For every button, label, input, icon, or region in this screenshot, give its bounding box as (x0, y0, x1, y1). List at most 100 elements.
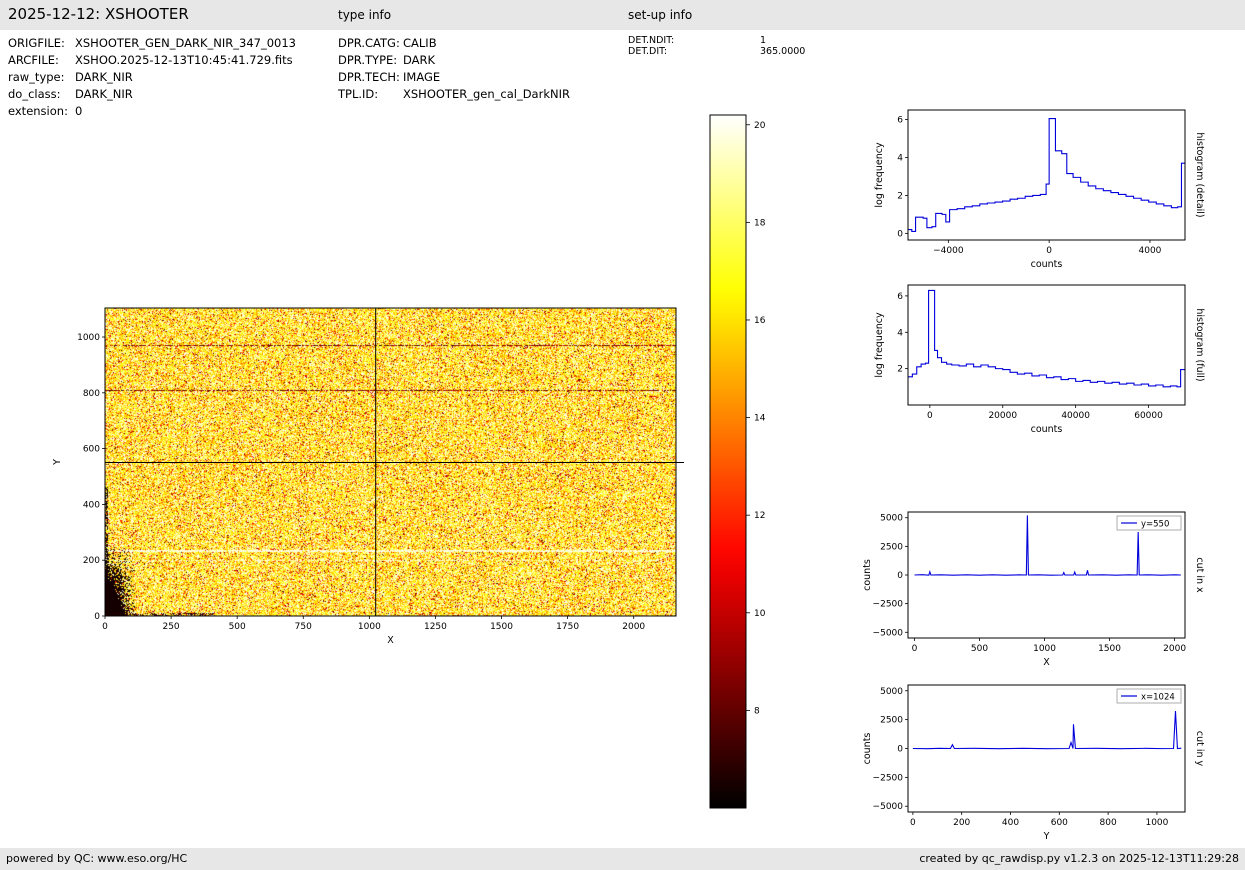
rawtype-value: DARK_NIR (75, 70, 133, 84)
origfile-value: XSHOOTER_GEN_DARK_NIR_347_0013 (75, 36, 296, 50)
svg-text:histogram (full): histogram (full) (1194, 308, 1205, 381)
info-row: DET.NDIT: 1 (628, 35, 805, 46)
svg-text:200: 200 (953, 818, 970, 828)
svg-text:0: 0 (897, 229, 903, 239)
svg-text:16: 16 (754, 316, 766, 326)
info-row: extension: 0 (8, 103, 296, 120)
tpl-id-value: XSHOOTER_gen_cal_DarkNIR (403, 87, 570, 101)
svg-text:x=1024: x=1024 (1141, 693, 1175, 703)
info-row: TPL.ID: XSHOOTER_gen_cal_DarkNIR (338, 86, 570, 103)
histogram-full-chart: 0 20000 40000 60000 2 4 6 counts log frequency hi… (874, 284, 1205, 435)
page-title: 2025-12-12: XSHOOTER (8, 5, 189, 23)
svg-text:400: 400 (83, 500, 100, 510)
svg-text:−2500: −2500 (873, 600, 904, 610)
setup-info-heading: set-up info (628, 8, 693, 22)
svg-text:60000: 60000 (1134, 411, 1163, 421)
svg-text:600: 600 (1051, 818, 1068, 828)
svg-text:2000: 2000 (622, 622, 645, 632)
svg-text:cut in y: cut in y (1194, 731, 1205, 767)
svg-text:counts: counts (862, 733, 873, 765)
svg-text:log frequency: log frequency (874, 312, 885, 378)
setup-info-block: DET.NDIT: 1 DET.DIT: 365.0000 (628, 35, 805, 57)
svg-text:log frequency: log frequency (874, 142, 885, 208)
svg-text:counts: counts (862, 559, 873, 591)
svg-text:0: 0 (102, 622, 108, 632)
svg-text:0: 0 (1046, 246, 1052, 256)
svg-text:500: 500 (971, 644, 988, 654)
svg-text:8: 8 (754, 706, 760, 716)
dpr-tech-value: IMAGE (403, 70, 441, 84)
det-ndit-value: 1 (760, 35, 767, 46)
svg-text:1000: 1000 (1033, 644, 1056, 654)
svg-text:4000: 4000 (1139, 246, 1162, 256)
file-info-block: ORIGFILE: XSHOOTER_GEN_DARK_NIR_347_0013 … (8, 35, 296, 120)
svg-text:2: 2 (897, 365, 903, 375)
cut-in-y-chart: 0 200 400 600 800 1000 5000 2500 0 −2500 −5000 Ycou… (862, 684, 1205, 842)
info-row: do_class: DARK_NIR (8, 86, 296, 103)
svg-text:0: 0 (897, 745, 903, 755)
svg-text:20000: 20000 (988, 411, 1017, 421)
dpr-catg-value: CALIB (403, 36, 437, 50)
det-dit-label: DET.DIT: (628, 46, 668, 57)
svg-text:10: 10 (754, 609, 766, 619)
svg-text:0: 0 (912, 644, 918, 654)
svg-text:12: 12 (754, 511, 765, 521)
svg-text:0: 0 (910, 818, 916, 828)
info-row: DPR.CATG: CALIB (338, 35, 570, 52)
svg-text:0: 0 (94, 612, 100, 622)
rawtype-label: raw_type: (8, 70, 65, 84)
svg-text:800: 800 (83, 389, 100, 399)
tpl-id-label: TPL.ID: (338, 87, 379, 101)
svg-text:500: 500 (229, 622, 246, 632)
colorbar: 8 10 12 14 16 18 20 (709, 114, 766, 809)
dark-frame-heatmap (105, 308, 676, 616)
type-info-block: DPR.CATG: CALIB DPR.TYPE: DARK DPR.TECH: IM… (338, 35, 570, 103)
svg-text:750: 750 (295, 622, 312, 632)
svg-text:18: 18 (754, 218, 766, 228)
svg-text:counts: counts (1031, 259, 1063, 270)
svg-text:0: 0 (897, 571, 903, 581)
svg-text:−2500: −2500 (873, 773, 904, 783)
info-row: DET.DIT: 365.0000 (628, 46, 805, 57)
svg-text:1500: 1500 (1098, 644, 1121, 654)
det-ndit-label: DET.NDIT: (628, 35, 675, 46)
svg-text:2500: 2500 (880, 716, 903, 726)
arcfile-value: XSHOO.2025-12-13T10:45:41.729.fits (75, 53, 293, 67)
arcfile-label: ARCFILE: (8, 53, 59, 67)
svg-text:1750: 1750 (556, 622, 579, 632)
svg-text:X: X (1043, 657, 1050, 668)
svg-text:4: 4 (897, 328, 903, 338)
svg-text:Y: Y (1043, 831, 1050, 842)
header-bar: 2025-12-12: XSHOOTER type info set-up in… (0, 0, 1245, 30)
svg-text:5000: 5000 (880, 514, 903, 524)
svg-text:400: 400 (1002, 818, 1019, 828)
svg-text:−5000: −5000 (873, 802, 904, 812)
footer-left-text: powered by QC: www.eso.org/HC (6, 852, 188, 865)
svg-text:cut in x: cut in x (1194, 557, 1205, 593)
svg-text:Y: Y (52, 459, 63, 466)
svg-text:X: X (387, 635, 394, 646)
dpr-type-value: DARK (403, 53, 436, 67)
svg-text:14: 14 (754, 414, 766, 424)
info-row: ARCFILE: XSHOO.2025-12-13T10:45:41.729.fi… (8, 52, 296, 69)
svg-text:250: 250 (162, 622, 179, 632)
svg-text:−5000: −5000 (873, 628, 904, 638)
histogram-detail-chart: −4000 0 4000 0 2 4 6 counts log frequency histogr… (874, 109, 1205, 270)
footer-bar: powered by QC: www.eso.org/HC created by… (0, 848, 1245, 870)
footer-right-text: created by qc_rawdisp.py v1.2.3 on 2025-… (919, 852, 1239, 865)
svg-text:20: 20 (754, 121, 766, 131)
svg-text:counts: counts (1031, 424, 1063, 435)
svg-text:600: 600 (83, 445, 100, 455)
svg-text:1000: 1000 (77, 333, 100, 343)
svg-text:−4000: −4000 (933, 246, 964, 256)
svg-text:histogram (detail): histogram (detail) (1194, 132, 1205, 217)
info-row: DPR.TYPE: DARK (338, 52, 570, 69)
dpr-catg-label: DPR.CATG: (338, 36, 400, 50)
origfile-label: ORIGFILE: (8, 36, 65, 50)
svg-text:6: 6 (897, 115, 903, 125)
doclass-value: DARK_NIR (75, 87, 133, 101)
svg-text:40000: 40000 (1061, 411, 1090, 421)
dpr-tech-label: DPR.TECH: (338, 70, 400, 84)
svg-text:1250: 1250 (424, 622, 447, 632)
type-info-heading: type info (338, 8, 392, 22)
